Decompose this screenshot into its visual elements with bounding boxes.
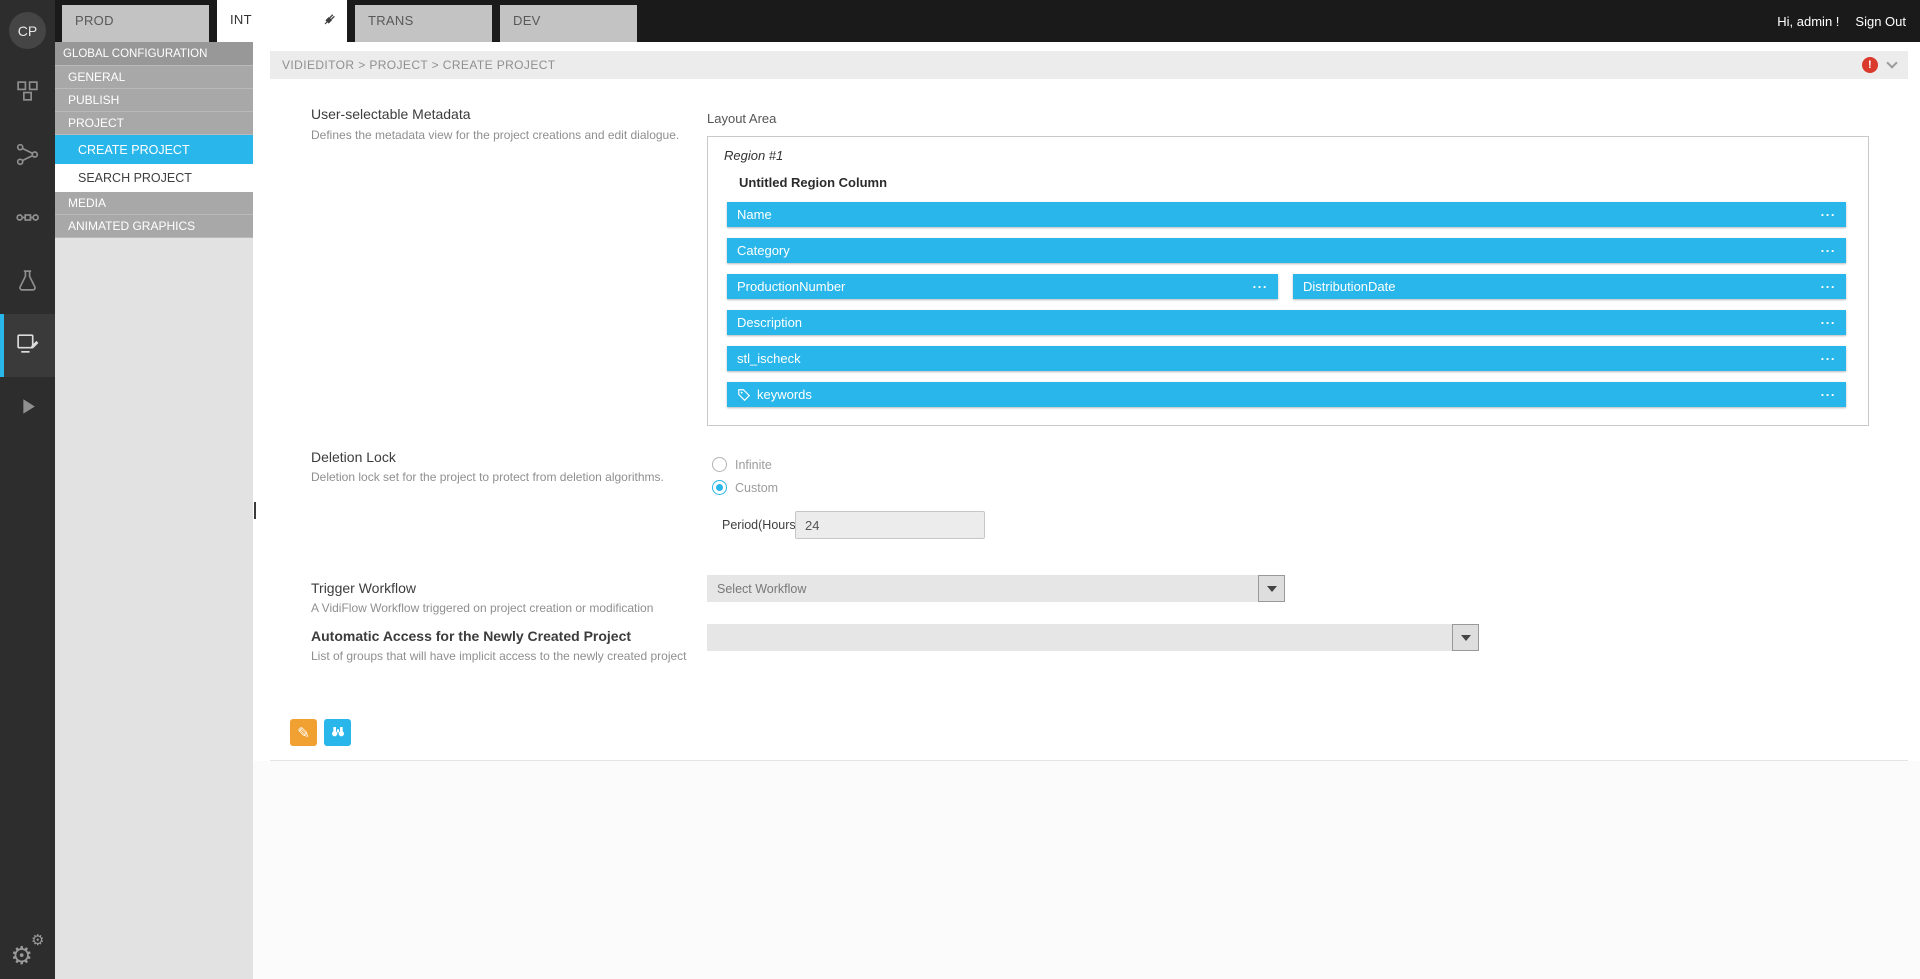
field-options-icon[interactable]: ... [1821,240,1836,262]
rail-item-lab[interactable] [0,251,55,314]
pencil-icon: ✎ [297,724,310,742]
field-label: Name [737,207,772,222]
modules-icon [15,79,40,109]
field-label: ProductionNumber [737,279,845,294]
rail-item-workflow[interactable] [0,188,55,251]
radio-label: Custom [735,481,778,495]
field-label: stl_ischeck [737,351,801,366]
field-options-icon[interactable]: ... [1821,204,1836,226]
metadata-field-name[interactable]: Name ... [727,202,1846,227]
tab-label: PROD [75,13,114,28]
environment-tabs: PROD INT TRANS DEV [62,0,637,42]
deletion-lock-option-custom[interactable]: Custom [712,480,778,495]
deletion-lock-title: Deletion Lock [311,449,396,465]
splitter-handle[interactable] [254,502,256,519]
metadata-field-keywords[interactable]: keywords ... [727,382,1846,407]
field-label: Category [737,243,790,258]
region-title: Region #1 [724,148,783,163]
metadata-field-stl-ischeck[interactable]: stl_ischeck ... [727,346,1846,371]
edit-button[interactable]: ✎ [290,719,317,746]
breadcrumb: VIDIEDITOR > PROJECT > CREATE PROJECT [282,58,556,72]
field-options-icon[interactable]: ... [1821,312,1836,334]
field-options-icon[interactable]: ... [1821,276,1836,298]
config-sidebar: GLOBAL CONFIGURATION GENERAL PUBLISH PRO… [55,42,253,979]
trigger-workflow-value: Select Workflow [717,582,806,596]
plug-icon [321,11,338,31]
user-area: Hi, admin ! Sign Out [1777,0,1906,42]
sidebar-item-general[interactable]: GENERAL [55,66,253,89]
topology-icon [15,142,40,172]
auto-access-select[interactable] [707,624,1479,651]
tab-label: INT [230,12,252,27]
radio-label: Infinite [735,458,772,472]
trigger-workflow-description: A VidiFlow Workflow triggered on project… [311,601,653,615]
play-icon [15,394,40,424]
sidebar-item-project[interactable]: PROJECT [55,112,253,135]
sidebar-item-search-project[interactable]: SEARCH PROJECT [55,164,253,192]
metadata-field-description[interactable]: Description ... [727,310,1846,335]
metadata-field-category[interactable]: Category ... [727,238,1846,263]
layout-region-box: Region #1 Untitled Region Column Name ..… [707,136,1869,426]
breadcrumb-bar: VIDIEDITOR > PROJECT > CREATE PROJECT ! [270,51,1908,79]
tab-trans[interactable]: TRANS [355,5,492,42]
rail-item-editor[interactable] [0,314,55,377]
sidebar-item-create-project[interactable]: CREATE PROJECT [55,135,253,164]
rail-item-modules[interactable] [0,62,55,125]
metadata-field-productionnumber[interactable]: ProductionNumber ... [727,274,1278,299]
field-options-icon[interactable]: ... [1821,348,1836,370]
metadata-section-title: User-selectable Metadata [311,106,471,122]
metadata-field-distributiondate[interactable]: DistributionDate ... [1293,274,1846,299]
sidebar-item-global-configuration[interactable]: GLOBAL CONFIGURATION [55,42,253,66]
sidebar-item-publish[interactable]: PUBLISH [55,89,253,112]
sign-out-link[interactable]: Sign Out [1855,14,1906,29]
tab-prod[interactable]: PROD [62,5,209,42]
rail-item-topology[interactable] [0,125,55,188]
field-options-icon[interactable]: ... [1253,276,1268,298]
tab-label: TRANS [368,13,414,28]
auto-access-description: List of groups that will have implicit a… [311,649,687,663]
field-label: keywords [757,387,812,402]
tag-icon [737,388,751,402]
rail-item-settings[interactable]: ⚙ ⚙ [0,935,55,969]
caret-down-icon [1461,635,1471,646]
user-greeting: Hi, admin ! [1777,14,1839,29]
browse-button[interactable] [324,719,351,746]
dropdown-arrow-button[interactable] [1452,624,1479,651]
caret-down-icon [1267,586,1277,597]
period-hours-label: Period(Hours) [722,518,800,532]
radio-selected-icon[interactable] [712,480,727,495]
error-indicator-icon[interactable]: ! [1862,57,1878,73]
radio-unselected-icon[interactable] [712,457,727,472]
region-column-title: Untitled Region Column [739,175,887,190]
top-bar: PROD INT TRANS DEV Hi, admin ! Sign Out [0,0,1920,42]
workflow-icon [15,205,40,235]
app-rail: CP ⚙ ⚙ [0,0,55,979]
period-hours-input[interactable] [795,511,985,539]
metadata-section-description: Defines the metadata view for the projec… [311,128,679,142]
rail-item-player[interactable] [0,377,55,440]
settings-gears-icon: ⚙ ⚙ [11,935,45,969]
field-label: Description [737,315,802,330]
binoculars-icon [330,723,346,742]
sidebar-item-animated-graphics[interactable]: ANIMATED GRAPHICS [55,215,253,238]
chevron-down-icon[interactable] [1886,57,1897,68]
flask-icon [15,268,40,298]
field-label: DistributionDate [1303,279,1396,294]
deletion-lock-description: Deletion lock set for the project to pro… [311,470,664,484]
editor-icon [15,331,40,361]
content-footer-area [253,761,1920,979]
trigger-workflow-title: Trigger Workflow [311,580,416,596]
layout-area-label: Layout Area [707,111,776,126]
field-options-icon[interactable]: ... [1821,384,1836,406]
tab-int[interactable]: INT [217,0,347,42]
deletion-lock-option-infinite[interactable]: Infinite [712,457,772,472]
dropdown-arrow-button[interactable] [1258,575,1285,602]
app-logo[interactable]: CP [9,12,46,49]
tab-label: DEV [513,13,541,28]
sidebar-item-media[interactable]: MEDIA [55,192,253,215]
trigger-workflow-select[interactable]: Select Workflow [707,575,1285,602]
tab-dev[interactable]: DEV [500,5,637,42]
auto-access-title: Automatic Access for the Newly Created P… [311,628,631,644]
